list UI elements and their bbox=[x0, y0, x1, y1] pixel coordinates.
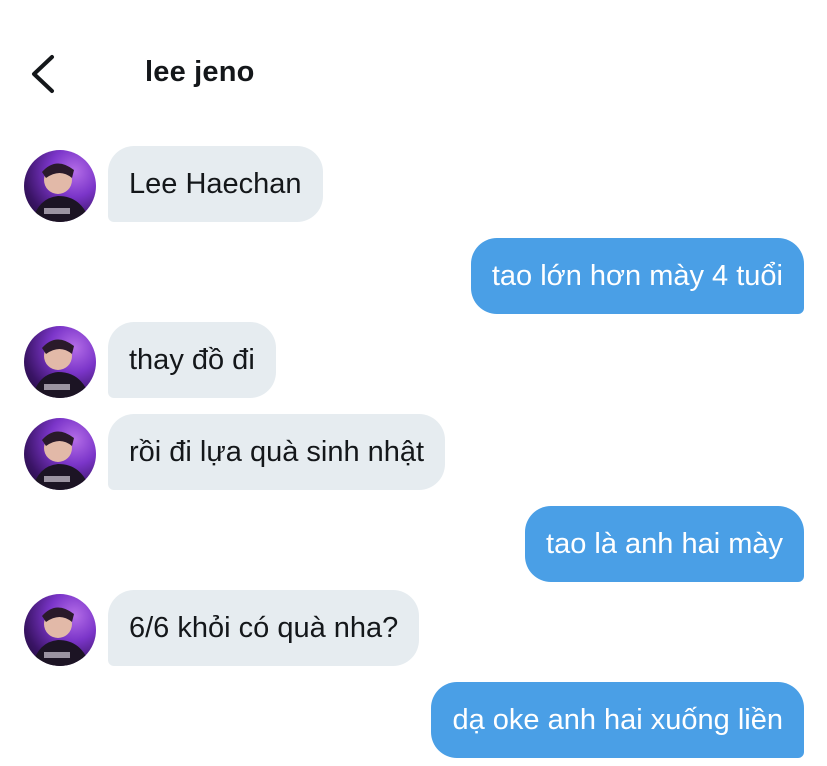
avatar-photo-icon bbox=[32, 431, 90, 490]
avatar-photo-icon bbox=[32, 339, 90, 398]
sender-avatar[interactable] bbox=[24, 150, 96, 222]
back-button[interactable] bbox=[22, 50, 66, 98]
conversation-title: lee jeno bbox=[145, 56, 255, 88]
sender-avatar[interactable] bbox=[24, 594, 96, 666]
outgoing-message[interactable]: tao là anh hai mày bbox=[525, 506, 804, 582]
conversation-header: lee jeno bbox=[0, 0, 827, 130]
incoming-message[interactable]: thay đồ đi bbox=[108, 322, 276, 398]
outgoing-message[interactable]: dạ oke anh hai xuống liền bbox=[431, 682, 804, 758]
sender-avatar[interactable] bbox=[24, 418, 96, 490]
incoming-message[interactable]: rồi đi lựa quà sinh nhật bbox=[108, 414, 446, 490]
sender-avatar[interactable] bbox=[24, 326, 96, 398]
incoming-message[interactable]: 6/6 khỏi có quà nha? bbox=[108, 590, 420, 666]
avatar-photo-icon bbox=[32, 607, 90, 666]
outgoing-message[interactable]: tao lớn hơn mày 4 tuổi bbox=[470, 238, 804, 314]
incoming-message[interactable]: Lee Haechan bbox=[108, 146, 323, 222]
avatar-photo-icon bbox=[32, 163, 90, 222]
chevron-left-icon bbox=[32, 55, 54, 93]
